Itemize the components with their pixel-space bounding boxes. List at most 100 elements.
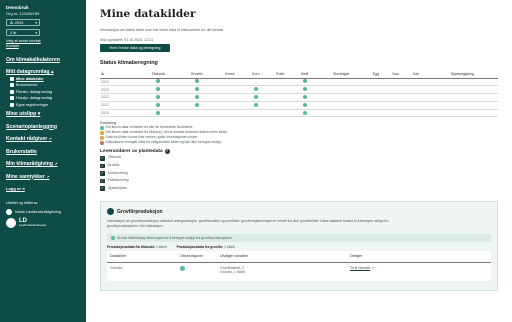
- table-row: 2022: [100, 93, 498, 102]
- logout-link[interactable]: Logg ut ⇥: [6, 186, 80, 193]
- roughage-icon: [107, 208, 114, 216]
- col-observations: Observasjoner: [177, 250, 217, 264]
- chevron-up-icon: ▴: [50, 69, 54, 75]
- status-cell: [366, 109, 386, 118]
- status-cell: [426, 85, 498, 95]
- status-cell: [385, 101, 406, 110]
- external-link-icon: ↗: [48, 137, 52, 141]
- status-cell: [178, 93, 215, 102]
- check-circle-icon: [156, 102, 161, 107]
- check-circle-icon: [194, 102, 199, 107]
- status-table: År Tilskudd Grovfôr Gress Korn Potet Melk Storf…: [100, 71, 498, 118]
- chevron-down-icon: ▾: [35, 20, 37, 25]
- status-cell: [316, 93, 367, 102]
- status-cell: [214, 109, 245, 118]
- year-cell: 2021: [100, 101, 138, 110]
- supplier-checkbox-row[interactable]: ✓ Tilskudd: [100, 154, 498, 162]
- check-circle-icon: [156, 94, 161, 99]
- nlr-logo-icon: [6, 208, 12, 215]
- intro-text: Informasjon om hvilke kilder som har lev…: [100, 28, 224, 32]
- status-col-header: Storfekjøtt: [316, 71, 367, 79]
- fetch-data-button[interactable]: Hent ferske data og beregning: [100, 44, 170, 52]
- suppliers-list: ✓ Tilskudd ✓ Grovfôr ✓ Kornlevering ✓ Potetleve…: [100, 154, 498, 192]
- table-row: Grovfôr Grovfôrareal, 2 Grovfôr, 1 tildel…: [107, 263, 491, 281]
- year-select[interactable]: År 2024 ▾: [6, 18, 40, 26]
- external-link-icon: ↗: [46, 174, 50, 179]
- legend: Det finnes data innhentet fra alle de fo…: [100, 125, 498, 145]
- status-cell: [293, 93, 317, 102]
- main-content: Mine datakilder Informasjon om hvilke ki…: [86, 0, 512, 322]
- status-cell: [267, 93, 294, 102]
- card-header: Grovfôrproduksjon: [107, 208, 491, 216]
- status-cell: [426, 93, 498, 102]
- checkbox-checked-icon[interactable]: ✓: [100, 186, 105, 191]
- year-cell: 2020: [100, 109, 138, 118]
- cell-observation: [177, 263, 217, 281]
- detail-link[interactable]: Til til Grovfôr: [350, 266, 370, 270]
- last-updated: Sist oppdatert: 01.10.2024, 12:21: [100, 38, 154, 42]
- status-cell: [405, 93, 427, 102]
- checkbox-checked-icon[interactable]: ✓: [100, 155, 105, 161]
- status-cell: [405, 85, 427, 95]
- status-cell: [214, 85, 245, 95]
- status-col-header: Korn: [244, 71, 268, 79]
- status-cell: [138, 78, 179, 87]
- status-cell: [316, 101, 367, 110]
- status-cell: [426, 101, 498, 110]
- supplier-checkbox-row[interactable]: ✓ Grovfôr: [100, 162, 498, 170]
- status-cell: [366, 101, 386, 110]
- status-cell: [244, 93, 268, 102]
- status-cell: [267, 78, 294, 87]
- cell-variables: Grovfôrareal, 2 Grovfôr, 1 tildelt: [220, 266, 246, 275]
- nav-my-advising[interactable]: Min klimarådgiving ↗: [6, 161, 80, 168]
- status-cell: [138, 93, 179, 102]
- version-select[interactable]: 0 år ▾: [6, 28, 40, 36]
- checkbox-checked-icon[interactable]: ✓: [100, 171, 105, 176]
- status-cell: [405, 101, 427, 110]
- checkbox-checked-icon[interactable]: ✓: [100, 163, 105, 169]
- checkbox-checked-icon[interactable]: ✓: [100, 178, 105, 184]
- sidebar-item-own-records[interactable]: Egne registreringer: [6, 102, 80, 109]
- check-circle-icon: [194, 94, 199, 99]
- status-col-header: År: [100, 71, 138, 79]
- nav-about[interactable]: Om klimakalkulatoren: [6, 57, 80, 64]
- check-circle-icon: [194, 87, 199, 92]
- supplier-checkbox-row[interactable]: ✓ Gjødselplan: [100, 185, 498, 193]
- status-cell: [426, 78, 498, 87]
- status-cell: [316, 109, 367, 118]
- plant-icon: [10, 89, 14, 94]
- status-cell: [385, 85, 406, 95]
- status-cell: [178, 85, 215, 95]
- nav-my-consents[interactable]: Mine samtykker ↗: [6, 174, 80, 181]
- status-cell: [267, 101, 294, 110]
- legend-item: Kalkulatoren mangler data fra obligatori…: [100, 140, 498, 145]
- status-cell: [138, 109, 179, 118]
- nav-my-emissions[interactable]: Mine utslipp ▾: [6, 111, 80, 118]
- datasource-table: Datakilder Observasjoner Utvalgte variab…: [107, 250, 491, 281]
- status-cell: [405, 78, 427, 87]
- info-note: Du har tilstrekkelig informasjon for å b…: [107, 233, 491, 242]
- table-row: 2020: [100, 109, 498, 118]
- supplier-checkbox-row[interactable]: ✓ Kornlevering: [100, 170, 498, 178]
- status-cell: [405, 109, 427, 118]
- check-circle-icon: [253, 94, 258, 99]
- status-cell: [214, 101, 245, 110]
- nav-support[interactable]: Brukerstøtte: [6, 149, 80, 156]
- nav-contact-advisor[interactable]: Kontakt rådgiver ↗: [6, 136, 80, 143]
- ld-logo-icon: [6, 217, 16, 228]
- cell-detail: Til til Grovfôr ↗: [347, 263, 491, 281]
- check-circle-icon: [180, 266, 185, 272]
- check-circle-icon: [111, 235, 115, 240]
- check-circle-icon: [302, 94, 307, 99]
- contact-link[interactable]: Kontakt: [6, 44, 80, 49]
- nav-scenario[interactable]: Scenarioplanlegging: [6, 124, 80, 131]
- edit-icon: [10, 102, 14, 107]
- status-cell: [366, 85, 386, 95]
- farm-icon: [10, 83, 14, 88]
- table-row: 2024: [100, 78, 498, 87]
- supplier-checkbox-row[interactable]: ✓ Potetlevering: [100, 177, 498, 185]
- status-cell: [385, 109, 406, 118]
- status-dot-icon: [100, 141, 104, 145]
- status-cell: [178, 78, 215, 87]
- status-cell: [244, 78, 268, 87]
